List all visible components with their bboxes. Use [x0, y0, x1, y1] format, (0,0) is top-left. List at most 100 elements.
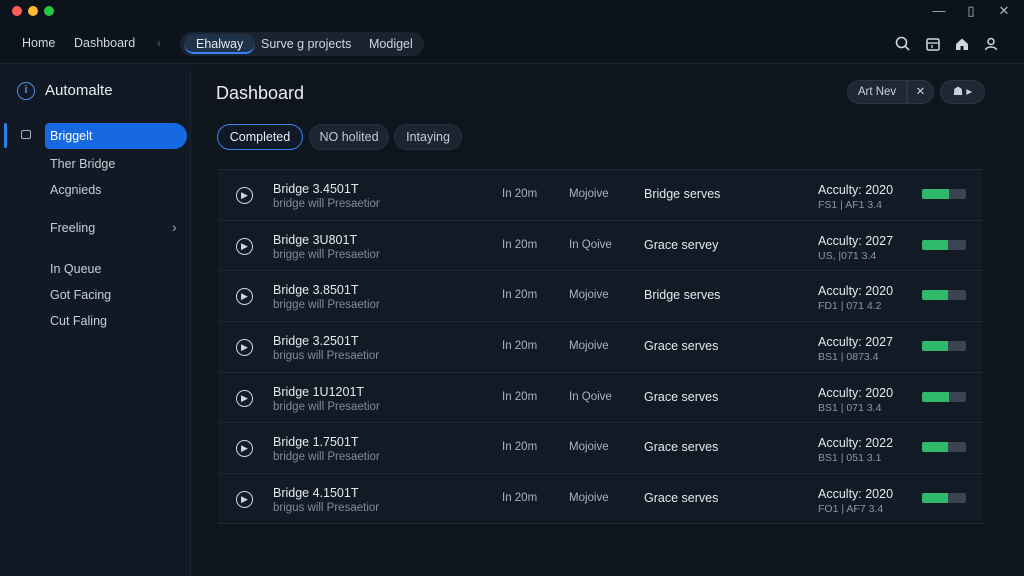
nav-dashboard-link[interactable]: Dashboard: [74, 36, 135, 50]
table-row[interactable]: ▶ Bridge 4.1501T brigus will Presaetior …: [218, 473, 983, 524]
progress-fill: [922, 442, 949, 453]
row-title: Bridge 3.8501T: [273, 283, 359, 298]
row-code: BS1 | 0873.4: [818, 351, 879, 364]
table-row[interactable]: ▶ Bridge 3.8501T brigge will Presaetior …: [218, 270, 983, 322]
chevron-right-icon[interactable]: ›: [172, 219, 177, 235]
row-title: Bridge 1.7501T: [273, 435, 359, 450]
sidebar-item-briggelt[interactable]: Briggelt: [45, 123, 187, 149]
play-circle-icon[interactable]: ▶: [236, 491, 253, 509]
row-subtitle: bridge will Presaetior: [273, 400, 380, 413]
maximize-icon[interactable]: ▯: [963, 3, 979, 19]
calendar-icon[interactable]: [923, 34, 943, 54]
row-duration: In 20m: [502, 390, 538, 403]
info-icon: i: [17, 82, 35, 100]
row-title: Bridge 1U1201T: [273, 384, 365, 399]
table-row[interactable]: ▶ Bridge 3.2501T brigus will Presaetior …: [218, 321, 983, 372]
table-row[interactable]: ▶ Bridge 1.7501T bridge will Presaetior …: [218, 422, 983, 474]
play-circle-icon[interactable]: ▶: [236, 440, 253, 458]
row-queue: In Qoive: [569, 238, 612, 251]
table-row[interactable]: ▶ Bridge 1U1201T bridge will Presaetior …: [218, 371, 983, 423]
row-queue: In Qoive: [569, 390, 612, 403]
row-service: Bridge serves: [644, 288, 721, 303]
maximize-window-dot[interactable]: [44, 6, 54, 16]
row-queue: Mojoive: [569, 340, 609, 353]
row-code: FD1 | 071 4.2: [818, 300, 882, 313]
nav-home-link[interactable]: Home: [22, 36, 55, 50]
window-titlebar: — ▯ ✕: [0, 0, 1024, 24]
job-list: ▶ Bridge 3.4501T bridge will Presaetior …: [218, 169, 983, 524]
sidebar-item-ther-bridge[interactable]: Ther Bridge: [50, 157, 115, 171]
row-subtitle: bridge will Presaetior: [273, 451, 380, 464]
row-duration: In 20m: [502, 188, 538, 200]
row-duration: In 20m: [502, 492, 538, 505]
table-row[interactable]: ▶ Bridge 3.4501T bridge will Presaetior …: [218, 169, 983, 220]
progress-fill: [922, 341, 949, 352]
row-duration: In 20m: [502, 441, 538, 454]
row-code: FS1 | AF1 3.4: [818, 199, 883, 211]
sidebar-item-got-facing[interactable]: Got Facing: [50, 288, 111, 302]
sidebar-item-freeling[interactable]: Freeling: [50, 221, 95, 235]
table-row[interactable]: ▶ Bridge 3U801T brigge will Presaetior I…: [218, 219, 983, 271]
box-icon: [21, 130, 31, 139]
filter-completed[interactable]: Completed: [217, 124, 303, 150]
play-circle-icon[interactable]: ▶: [236, 389, 253, 407]
row-code: FO1 | AF7 3.4: [818, 503, 884, 516]
home-icon[interactable]: [952, 34, 972, 54]
row-title: Bridge 3.4501T: [273, 182, 359, 196]
row-code: US, |071 3.4: [818, 249, 877, 262]
row-duration: In 20m: [502, 238, 538, 251]
filter-no-holited[interactable]: NO holited: [309, 124, 389, 150]
sidebar-item-in-queue[interactable]: In Queue: [50, 262, 101, 276]
play-circle-icon[interactable]: ▶: [236, 187, 253, 204]
row-subtitle: brigus will Presaetior: [273, 350, 380, 363]
row-duration: In 20m: [502, 340, 538, 353]
tab-ehalway[interactable]: Ehalway: [184, 34, 256, 54]
row-title: Bridge 3.2501T: [273, 334, 359, 349]
breadcrumb-separator: ‹: [157, 36, 161, 50]
close-window-dot[interactable]: [12, 6, 22, 16]
progress-fill: [922, 189, 950, 199]
row-service: Grace serves: [644, 491, 719, 506]
row-queue: Mojoive: [569, 289, 609, 302]
progress-fill: [922, 391, 950, 402]
row-progress-bar: [922, 442, 966, 453]
sidebar-item-acgnieds[interactable]: Acgnieds: [50, 183, 101, 197]
row-code: BS1 | 071 3.4: [818, 401, 882, 414]
row-queue: Mojoive: [569, 492, 609, 505]
row-activity: Acculty: 2022: [818, 436, 894, 451]
action-menu-button[interactable]: ☗ ▸: [940, 80, 985, 104]
row-progress-bar: [922, 341, 966, 352]
close-icon[interactable]: ✕: [996, 3, 1012, 19]
minimize-icon[interactable]: —: [931, 3, 947, 19]
row-code: BS1 | 051 3.1: [818, 452, 882, 465]
row-service: Grace servey: [644, 237, 719, 252]
row-activity: Acculty: 2020: [818, 183, 894, 197]
row-activity: Acculty: 2027: [818, 233, 894, 248]
minimize-window-dot[interactable]: [28, 6, 38, 16]
row-progress-bar: [922, 493, 966, 504]
row-activity: Acculty: 2027: [818, 335, 894, 350]
progress-fill: [922, 493, 949, 504]
row-queue: Mojoive: [569, 188, 609, 200]
row-title: Bridge 3U801T: [273, 232, 358, 247]
row-service: Grace serves: [644, 389, 719, 404]
play-circle-icon[interactable]: ▶: [236, 237, 253, 255]
page-title: Dashboard: [216, 83, 305, 103]
filter-intaying[interactable]: Intaying: [394, 124, 462, 150]
sidebar: i Automalte Briggelt Ther Bridge Acgnied…: [0, 65, 191, 576]
play-circle-icon[interactable]: ▶: [236, 288, 253, 306]
row-activity: Acculty: 2020: [818, 385, 894, 400]
row-progress-bar: [922, 189, 966, 199]
row-service: Grace serves: [644, 440, 719, 455]
sidebar-item-cut-faling[interactable]: Cut Faling: [50, 314, 107, 328]
row-service: Bridge serves: [644, 187, 721, 201]
art-nev-button[interactable]: Art Nev: [847, 80, 907, 104]
user-icon[interactable]: [981, 34, 1001, 54]
row-subtitle: brigus will Presaetior: [273, 502, 380, 515]
search-icon[interactable]: [893, 34, 913, 54]
tab-modigel[interactable]: Modigel: [369, 36, 413, 54]
play-circle-icon[interactable]: ▶: [236, 339, 253, 357]
dismiss-button[interactable]: ✕: [907, 80, 934, 104]
tab-surve-projects[interactable]: Surve g projects: [261, 36, 351, 54]
top-navbar: Home Dashboard ‹ Ehalway Surve g project…: [0, 24, 1024, 64]
